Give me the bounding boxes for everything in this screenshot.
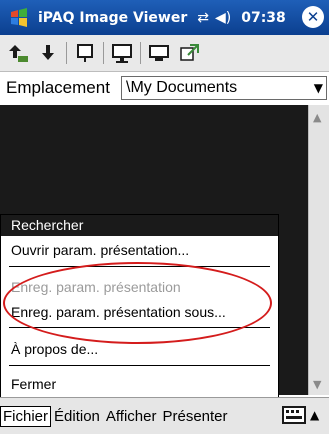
toolbar bbox=[0, 35, 329, 72]
title-bar: iPAQ Image Viewer ⇄ ◀) 07:38 ✕ bbox=[0, 0, 329, 35]
menu-divider bbox=[9, 365, 270, 366]
menu-view[interactable]: Afficher bbox=[103, 408, 160, 425]
close-icon: ✕ bbox=[306, 8, 320, 26]
location-dropdown[interactable]: \My Documents ▼ bbox=[121, 76, 327, 100]
close-button[interactable]: ✕ bbox=[302, 6, 324, 28]
menu-item-save-presentation-settings: Enreg. param. présentation bbox=[11, 279, 181, 295]
menu-item-search[interactable]: Rechercher bbox=[1, 215, 278, 236]
clock[interactable]: 07:38 bbox=[241, 10, 286, 26]
chevron-down-icon: ▼ bbox=[313, 81, 323, 95]
toolbar-divider bbox=[66, 42, 67, 64]
slideshow-button[interactable] bbox=[73, 41, 97, 65]
location-row: Emplacement \My Documents ▼ bbox=[0, 72, 329, 104]
location-label: Emplacement bbox=[6, 78, 110, 97]
display-icon bbox=[112, 44, 132, 63]
location-value: \My Documents bbox=[126, 79, 238, 96]
display-button[interactable] bbox=[110, 41, 134, 65]
menu-divider bbox=[9, 327, 270, 328]
menu-divider bbox=[9, 266, 270, 267]
connectivity-icon[interactable]: ⇄ bbox=[197, 10, 209, 26]
up-folder-button[interactable] bbox=[6, 41, 30, 65]
app-title: iPAQ Image Viewer bbox=[38, 9, 188, 26]
menu-item-close[interactable]: Fermer bbox=[11, 376, 56, 392]
menu-item-open-presentation-settings[interactable]: Ouvrir param. présentation... bbox=[11, 242, 189, 258]
download-icon bbox=[42, 45, 54, 60]
slideshow-icon bbox=[77, 44, 93, 62]
menu-present[interactable]: Présenter bbox=[159, 408, 230, 425]
file-menu-popup: Rechercher Ouvrir param. présentation...… bbox=[0, 214, 279, 399]
keyboard-icon[interactable] bbox=[282, 406, 306, 424]
menu-bar: Fichier Édition Afficher Présenter ▲ bbox=[0, 397, 329, 434]
monitor-button[interactable] bbox=[147, 41, 171, 65]
export-icon bbox=[180, 44, 199, 61]
menu-edit[interactable]: Édition bbox=[51, 408, 103, 425]
volume-icon[interactable]: ◀) bbox=[215, 10, 231, 26]
scroll-down-icon[interactable]: ▼ bbox=[313, 378, 321, 391]
input-panel-arrow-icon[interactable]: ▲ bbox=[310, 408, 319, 422]
scroll-up-icon[interactable]: ▲ bbox=[313, 111, 321, 124]
export-button[interactable] bbox=[177, 41, 201, 65]
up-folder-icon bbox=[9, 45, 28, 62]
toolbar-divider bbox=[140, 42, 141, 64]
monitor-icon bbox=[149, 45, 169, 61]
start-menu-icon[interactable] bbox=[6, 5, 32, 31]
menu-item-save-presentation-settings-as[interactable]: Enreg. param. présentation sous... bbox=[11, 304, 226, 320]
menu-file[interactable]: Fichier bbox=[0, 406, 52, 427]
download-button[interactable] bbox=[36, 41, 60, 65]
toolbar-divider bbox=[103, 42, 104, 64]
ipaq-image-viewer-window: iPAQ Image Viewer ⇄ ◀) 07:38 ✕ Emplaceme… bbox=[0, 0, 329, 434]
vertical-scrollbar[interactable]: ▲ ▼ bbox=[308, 105, 329, 395]
menu-item-about[interactable]: À propos de... bbox=[11, 341, 98, 357]
